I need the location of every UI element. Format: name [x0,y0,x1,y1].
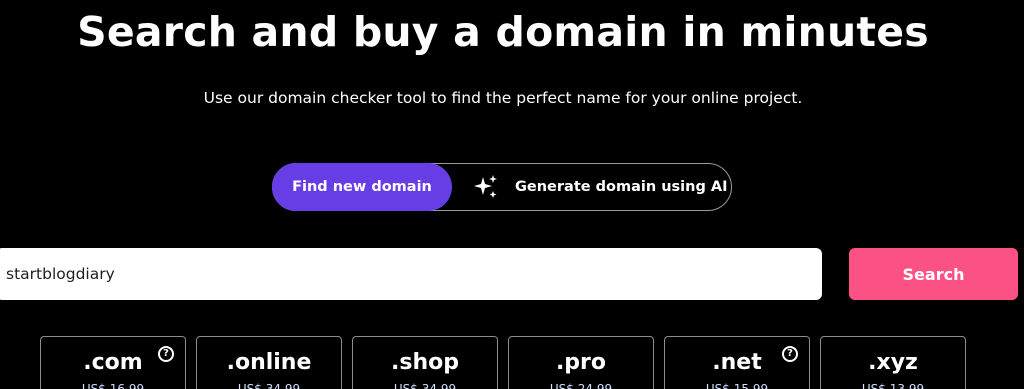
tld-price: US$ 13.99 [861,382,925,389]
tld-price: US$ 15.99 [705,382,769,389]
sparkle-icon [473,174,499,200]
help-icon[interactable]: ? [782,346,798,362]
tld-card-xyz[interactable]: .xyz US$ 13.99 [820,336,966,389]
find-new-domain-tab[interactable]: Find new domain [272,163,452,211]
tld-price: US$ 34.99 [393,382,457,389]
generate-ai-domain-label: Generate domain using AI [515,179,728,195]
tld-name: .xyz [868,350,918,375]
tld-price: US$ 24.99 [549,382,613,389]
tld-name: .shop [391,350,459,375]
search-button[interactable]: Search [849,248,1018,300]
tld-card-pro[interactable]: .pro US$ 24.99 [508,336,654,389]
tld-name: .pro [555,350,607,375]
find-new-domain-label: Find new domain [292,179,432,195]
tld-price: US$ 34.99 [237,382,301,389]
tld-card-online[interactable]: .online US$ 34.99 [196,336,342,389]
search-mode-toggle: Find new domain Generate domain using AI [272,163,732,211]
page-subtitle: Use our domain checker tool to find the … [203,89,803,107]
help-icon[interactable]: ? [158,346,174,362]
tld-card-shop[interactable]: .shop US$ 34.99 [352,336,498,389]
domain-search-input[interactable] [0,248,822,300]
tld-price: US$ 16.99 [81,382,145,389]
tld-name: .online [226,350,312,375]
generate-ai-domain-tab[interactable]: Generate domain using AI [473,164,728,210]
domain-search-page: Search and buy a domain in minutes Use o… [0,0,1024,389]
tld-card-net[interactable]: .net ? US$ 15.99 [664,336,810,389]
page-title: Search and buy a domain in minutes [77,8,929,56]
tld-card-com[interactable]: .com ? US$ 16.99 [40,336,186,389]
